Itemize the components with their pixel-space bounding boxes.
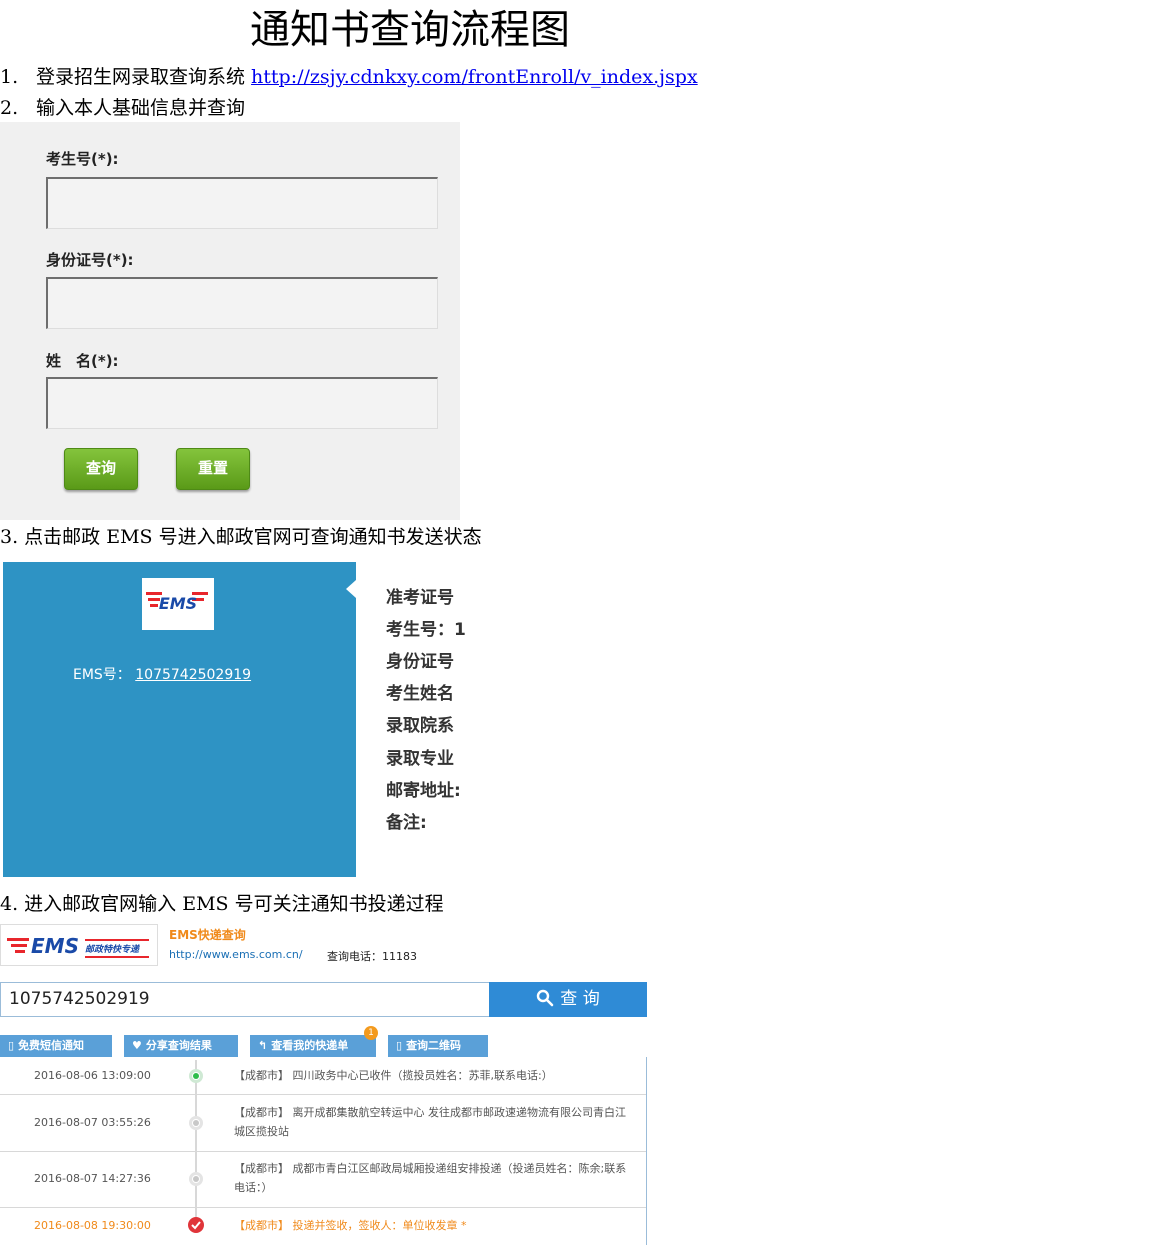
ems-logo: EMS bbox=[142, 578, 214, 630]
name-label: 姓 名(*): bbox=[46, 352, 119, 370]
id-number-input[interactable] bbox=[46, 277, 438, 329]
exam-number-label: 考生号(*): bbox=[46, 150, 119, 168]
reset-button[interactable]: 重置 bbox=[176, 448, 250, 490]
search-button-label: 查 询 bbox=[560, 989, 600, 1009]
search-icon bbox=[537, 989, 554, 1007]
event-description: 【成都市】 投递并签收，签收人：单位收发章 * bbox=[234, 1219, 467, 1232]
step-1-text: 登录招生网录取查询系统 bbox=[36, 66, 252, 88]
ems-site-logo-text: EMS bbox=[31, 934, 79, 958]
step-2: 2. 输入本人基础信息并查询 bbox=[0, 95, 245, 121]
tab-sms-notify[interactable]: ▯ 免费短信通知 bbox=[0, 1035, 112, 1057]
site-url-link[interactable]: http://www.ems.com.cn/ bbox=[169, 948, 303, 961]
event-time: 2016-08-07 03:55:26 bbox=[34, 1116, 151, 1129]
tracking-number-input[interactable]: 1075742502919 bbox=[0, 982, 489, 1017]
tab-share-result[interactable]: ♥ 分享查询结果 bbox=[124, 1035, 238, 1057]
tab-qr-code[interactable]: ▯ 查询二维码 bbox=[388, 1035, 488, 1057]
step-1: 1. 登录招生网录取查询系统 http://zsjy.cdnkxy.com/fro… bbox=[0, 64, 698, 90]
heart-icon: ♥ bbox=[132, 1039, 142, 1052]
document-title: 通知书查询流程图 bbox=[250, 7, 570, 53]
status-dot-green-icon bbox=[189, 1069, 203, 1083]
field-id-number: 身份证号 bbox=[386, 652, 454, 672]
exam-number-input[interactable] bbox=[46, 177, 438, 229]
event-time: 2016-08-08 19:30:00 bbox=[34, 1219, 151, 1232]
field-mail-address: 邮寄地址: bbox=[386, 781, 461, 801]
ems-site-logo-sub: 邮政特快专递 bbox=[85, 944, 140, 955]
notification-badge: 1 bbox=[364, 1026, 378, 1040]
enroll-system-link[interactable]: http://zsjy.cdnkxy.com/frontEnroll/v_ind… bbox=[251, 66, 698, 88]
ems-logo-text: EMS bbox=[159, 594, 197, 613]
return-arrow-icon: ↰ bbox=[258, 1039, 268, 1052]
event-time: 2016-08-07 14:27:36 bbox=[34, 1172, 151, 1185]
field-remarks: 备注: bbox=[386, 813, 427, 833]
step-2-number: 2. bbox=[0, 97, 19, 119]
status-dot-grey-icon bbox=[189, 1116, 203, 1130]
event-description: 【成都市】 离开成都集散航空转运中心 发往成都市邮政速递物流有限公司青白江城区揽… bbox=[234, 1106, 626, 1138]
field-admission-ticket: 准考证号 bbox=[386, 588, 454, 608]
name-input[interactable] bbox=[46, 377, 438, 429]
ems-number-link[interactable]: 1075742502919 bbox=[135, 667, 251, 683]
field-student-name: 考生姓名 bbox=[386, 684, 454, 704]
event-description: 【成都市】 四川政务中心已收件（揽投员姓名：苏菲,联系电话:） bbox=[234, 1069, 553, 1082]
site-name: EMS快递查询 bbox=[169, 928, 246, 942]
ems-number-row: EMS号： 1075742502919 bbox=[73, 664, 251, 684]
phone-icon: ▯ bbox=[8, 1039, 15, 1052]
step-4: 4. 进入邮政官网输入 EMS 号可关注通知书投递过程 bbox=[0, 893, 444, 915]
ems-number-label: EMS号： bbox=[73, 667, 131, 683]
event-description: 【成都市】 成都市青白江区邮政局城厢投递组安排投递（投递员姓名：陈余;联系电话：… bbox=[234, 1162, 627, 1194]
event-time: 2016-08-06 13:09:00 bbox=[34, 1069, 151, 1082]
ems-logo-icon: EMS bbox=[146, 592, 208, 613]
hotline-text: 查询电话：11183 bbox=[327, 950, 417, 963]
step-1-number: 1. bbox=[0, 66, 19, 88]
status-dot-grey-icon bbox=[189, 1172, 203, 1186]
step-3: 3. 点击邮政 EMS 号进入邮政官网可查询通知书发送状态 bbox=[0, 526, 482, 548]
ems-site-logo-icon: EMS 邮政特快专递 bbox=[7, 934, 149, 958]
phone-icon: ▯ bbox=[396, 1039, 403, 1052]
field-department: 录取院系 bbox=[386, 716, 454, 736]
ems-site-logo: EMS 邮政特快专递 bbox=[0, 924, 158, 966]
speech-pointer bbox=[346, 580, 356, 598]
tab-my-waybills[interactable]: ↰ 查看我的快递单 bbox=[250, 1035, 376, 1057]
step-2-text: 输入本人基础信息并查询 bbox=[36, 97, 246, 119]
tracking-search-button[interactable]: 查 询 bbox=[489, 982, 647, 1017]
query-button[interactable]: 查询 bbox=[64, 448, 138, 490]
id-number-label: 身份证号(*): bbox=[46, 251, 134, 269]
field-exam-number: 考生号：1 bbox=[386, 620, 466, 640]
signed-check-icon bbox=[188, 1217, 204, 1233]
field-major: 录取专业 bbox=[386, 749, 454, 769]
